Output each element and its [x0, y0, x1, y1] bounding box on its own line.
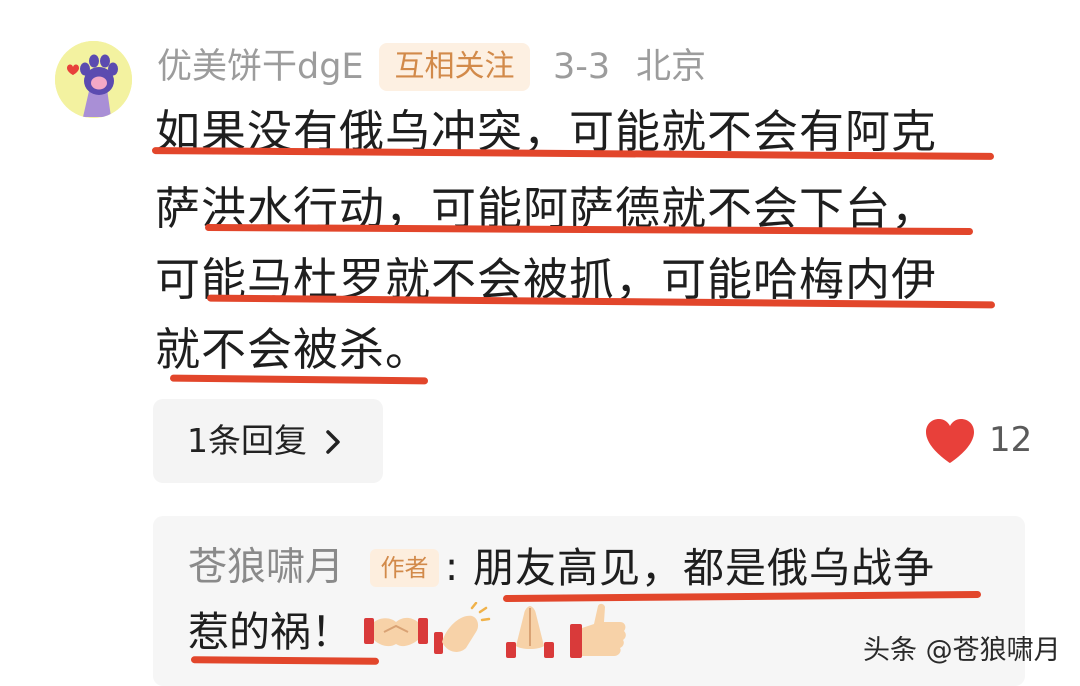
underline-marker — [169, 374, 429, 385]
heart-icon[interactable] — [924, 417, 976, 465]
comment-body-line: 就不会被杀。 — [155, 323, 432, 376]
thumbs-up-emoji — [570, 603, 626, 658]
reply-colon: : — [445, 545, 459, 590]
mutual-follow-badge: 互相关注 — [379, 43, 530, 91]
paw-avatar-icon — [55, 41, 132, 118]
user-avatar[interactable] — [55, 41, 132, 118]
comment-date: 3-3 — [553, 47, 611, 87]
handshake-emoji — [364, 617, 428, 647]
comment-screen: 优美饼干dgE 互相关注 3-3 北京 如果没有俄乌冲突，可能就不会有阿克 萨洪… — [0, 0, 1080, 686]
reply-count-label: 1条回复 — [187, 421, 307, 460]
comment-location: 北京 — [636, 47, 707, 87]
platform-watermark: 头条 @苍狼啸月 — [863, 635, 1061, 666]
clapping-hands-emoji — [434, 602, 491, 654]
chevron-right-icon — [326, 430, 340, 454]
comment-author-name[interactable]: 优美饼干dgE — [157, 44, 364, 90]
folded-hands-emoji — [506, 606, 554, 658]
reply-author-name[interactable]: 苍狼啸月 — [188, 542, 344, 594]
reply-text-line: 朋友高见，都是俄乌战争 — [473, 544, 935, 592]
like-count: 12 — [989, 420, 1033, 460]
author-badge: 作者 — [370, 549, 439, 587]
view-replies-button[interactable]: 1条回复 — [153, 399, 383, 483]
reply-text-line: 惹的祸！ — [188, 608, 352, 656]
